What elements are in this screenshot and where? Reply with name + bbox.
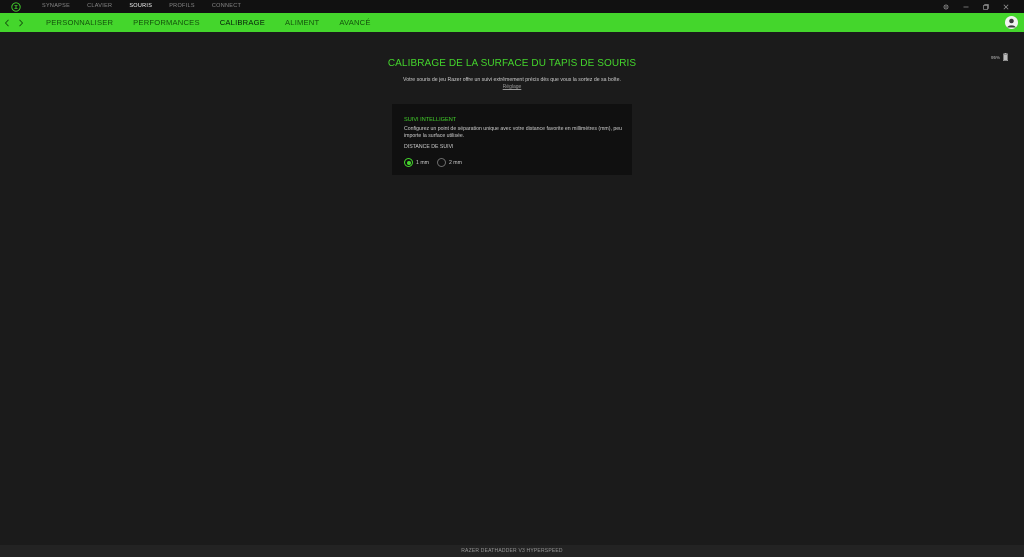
tab-avance[interactable]: AVANCÉ	[339, 13, 370, 32]
tab-personnaliser[interactable]: PERSONNALISER	[46, 13, 113, 32]
radio-2mm[interactable]: 2 mm	[436, 158, 462, 167]
settings-link-wrapper: Réglage	[0, 84, 1024, 90]
radio-label-2mm: 2 mm	[448, 159, 462, 166]
smart-tracking-card: SUIVI INTELLIGENT Configurez un point de…	[392, 104, 632, 175]
razer-logo-icon[interactable]	[0, 0, 32, 13]
user-avatar-icon[interactable]	[1005, 16, 1018, 29]
radio-1mm[interactable]: 1 mm	[404, 158, 429, 167]
settings-icon[interactable]	[936, 0, 956, 13]
tracking-distance-options: 1 mm 2 mm	[404, 158, 470, 167]
tab-calibrage[interactable]: CALIBRAGE	[220, 13, 265, 32]
top-tab-souris[interactable]: SOURIS	[129, 0, 152, 13]
back-arrow-icon[interactable]	[0, 13, 14, 32]
sub-nav: PERSONNALISER PERFORMANCES CALIBRAGE ALI…	[46, 13, 391, 32]
tab-performances[interactable]: PERFORMANCES	[133, 13, 200, 32]
radio-unchecked-icon[interactable]	[436, 158, 446, 167]
card-title: SUIVI INTELLIGENT	[404, 117, 457, 123]
window-controls	[936, 0, 1016, 13]
top-tab-profils[interactable]: PROFILS	[169, 0, 195, 13]
top-tab-clavier[interactable]: CLAVIER	[87, 0, 112, 13]
page-description: Votre souris de jeu Razer offre un suivi…	[403, 77, 621, 83]
radio-checked-icon[interactable]	[404, 158, 413, 167]
restore-icon[interactable]	[976, 0, 996, 13]
forward-arrow-icon[interactable]	[14, 13, 28, 32]
top-tab-connect[interactable]: CONNECT	[212, 0, 241, 13]
title-bar: SYNAPSE CLAVIER SOURIS PROFILS CONNECT	[0, 0, 1024, 13]
radio-label-1mm: 1 mm	[416, 159, 429, 166]
settings-link[interactable]: Réglage	[503, 84, 522, 90]
device-name-footer: RAZER DEATHADDER V3 HYPERSPEED	[0, 545, 1024, 557]
sub-nav-bar: PERSONNALISER PERFORMANCES CALIBRAGE ALI…	[0, 13, 1024, 32]
top-nav: SYNAPSE CLAVIER SOURIS PROFILS CONNECT	[42, 0, 258, 13]
top-tab-synapse[interactable]: SYNAPSE	[42, 0, 70, 13]
tracking-distance-label: DISTANCE DE SUIVI	[404, 144, 454, 150]
tab-aliment[interactable]: ALIMENT	[285, 13, 319, 32]
page-title: CALIBRAGE DE LA SURFACE DU TAPIS DE SOUR…	[387, 58, 637, 69]
close-icon[interactable]	[996, 0, 1016, 13]
minimize-icon[interactable]	[956, 0, 976, 13]
card-description: Configurez un point de séparation unique…	[404, 126, 622, 139]
